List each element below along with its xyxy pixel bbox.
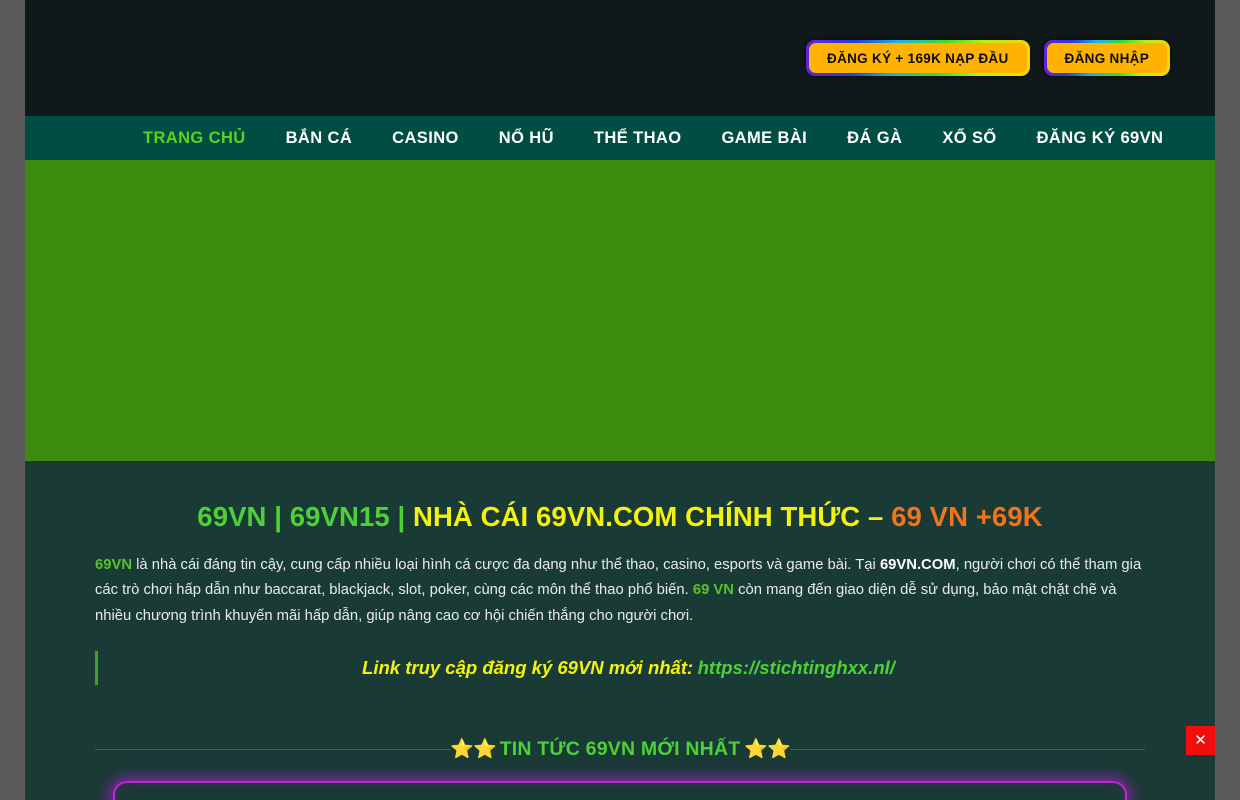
nav-item-trang-chu[interactable]: TRANG CHỦ xyxy=(143,129,246,148)
divider-right xyxy=(789,748,1145,750)
page-title-part-orange: 69 VN +69K xyxy=(891,501,1043,532)
header-action-buttons: ĐĂNG KÝ + 169K NẠP ĐẦU ĐĂNG NHẬP xyxy=(806,40,1170,76)
nav-item-da-ga[interactable]: ĐÁ GÀ xyxy=(847,129,902,148)
intro-text-1: là nhà cái đáng tin cậy, cung cấp nhiều … xyxy=(132,556,880,573)
intro-brand-bold: 69VN.COM xyxy=(879,556,956,573)
star-icon-right: ⭐⭐ xyxy=(744,739,790,761)
page-title-part-yellow: NHÀ CÁI 69VN.COM CHÍNH THỨC – xyxy=(413,501,892,532)
nav-item-ban-ca[interactable]: BẮN CÁ xyxy=(286,129,353,148)
nav-item-the-thao[interactable]: THỂ THAO xyxy=(594,129,682,148)
nav-item-no-hu[interactable]: NỔ HŨ xyxy=(499,129,554,148)
login-button-label: ĐĂNG NHẬP xyxy=(1046,43,1167,73)
site-header: ĐĂNG KÝ + 169K NẠP ĐẦU ĐĂNG NHẬP xyxy=(25,0,1215,116)
news-neon-panel[interactable] xyxy=(113,781,1127,800)
nav-item-xo-so[interactable]: XỔ SỐ xyxy=(942,129,996,148)
main-navigation: TRANG CHỦ BẮN CÁ CASINO NỔ HŨ THỂ THAO G… xyxy=(25,116,1215,160)
star-icon-left: ⭐⭐ xyxy=(450,739,496,761)
register-bonus-button[interactable]: ĐĂNG KÝ + 169K NẠP ĐẦU xyxy=(806,40,1030,76)
close-icon[interactable]: ✕ xyxy=(1186,726,1215,755)
page-title-part-green: 69VN | 69VN15 | xyxy=(197,501,414,532)
nav-item-casino[interactable]: CASINO xyxy=(392,129,459,148)
intro-brand-lead: 69VN xyxy=(95,556,133,573)
latest-link-label: Link truy cập đăng ký 69VN mới nhất: xyxy=(362,657,694,679)
news-section-title: TIN TỨC 69VN MỚI NHẤT xyxy=(499,737,741,760)
latest-link-url[interactable]: https://stichtinghxx.nl/ xyxy=(698,657,895,678)
intro-paragraph: 69VN là nhà cái đáng tin cậy, cung cấp n… xyxy=(95,553,1145,630)
intro-brand-green: 69 VN xyxy=(692,582,734,599)
hero-banner[interactable] xyxy=(25,160,1215,461)
news-section-header: ⭐⭐ TIN TỨC 69VN MỚI NHẤT ⭐⭐ xyxy=(95,737,1145,761)
page-title: 69VN | 69VN15 | NHÀ CÁI 69VN.COM CHÍNH T… xyxy=(95,461,1145,535)
latest-link-box: Link truy cập đăng ký 69VN mới nhất: htt… xyxy=(95,651,1145,686)
divider-left xyxy=(95,748,451,750)
page-root: ĐĂNG KÝ + 169K NẠP ĐẦU ĐĂNG NHẬP TRANG C… xyxy=(25,0,1215,800)
register-bonus-button-label: ĐĂNG KÝ + 169K NẠP ĐẦU xyxy=(809,43,1027,73)
nav-item-dang-ky-69vn[interactable]: ĐĂNG KÝ 69VN xyxy=(1037,129,1164,148)
nav-item-game-bai[interactable]: GAME BÀI xyxy=(721,129,807,148)
main-content: 69VN | 69VN15 | NHÀ CÁI 69VN.COM CHÍNH T… xyxy=(25,461,1215,800)
login-button[interactable]: ĐĂNG NHẬP xyxy=(1043,40,1170,76)
